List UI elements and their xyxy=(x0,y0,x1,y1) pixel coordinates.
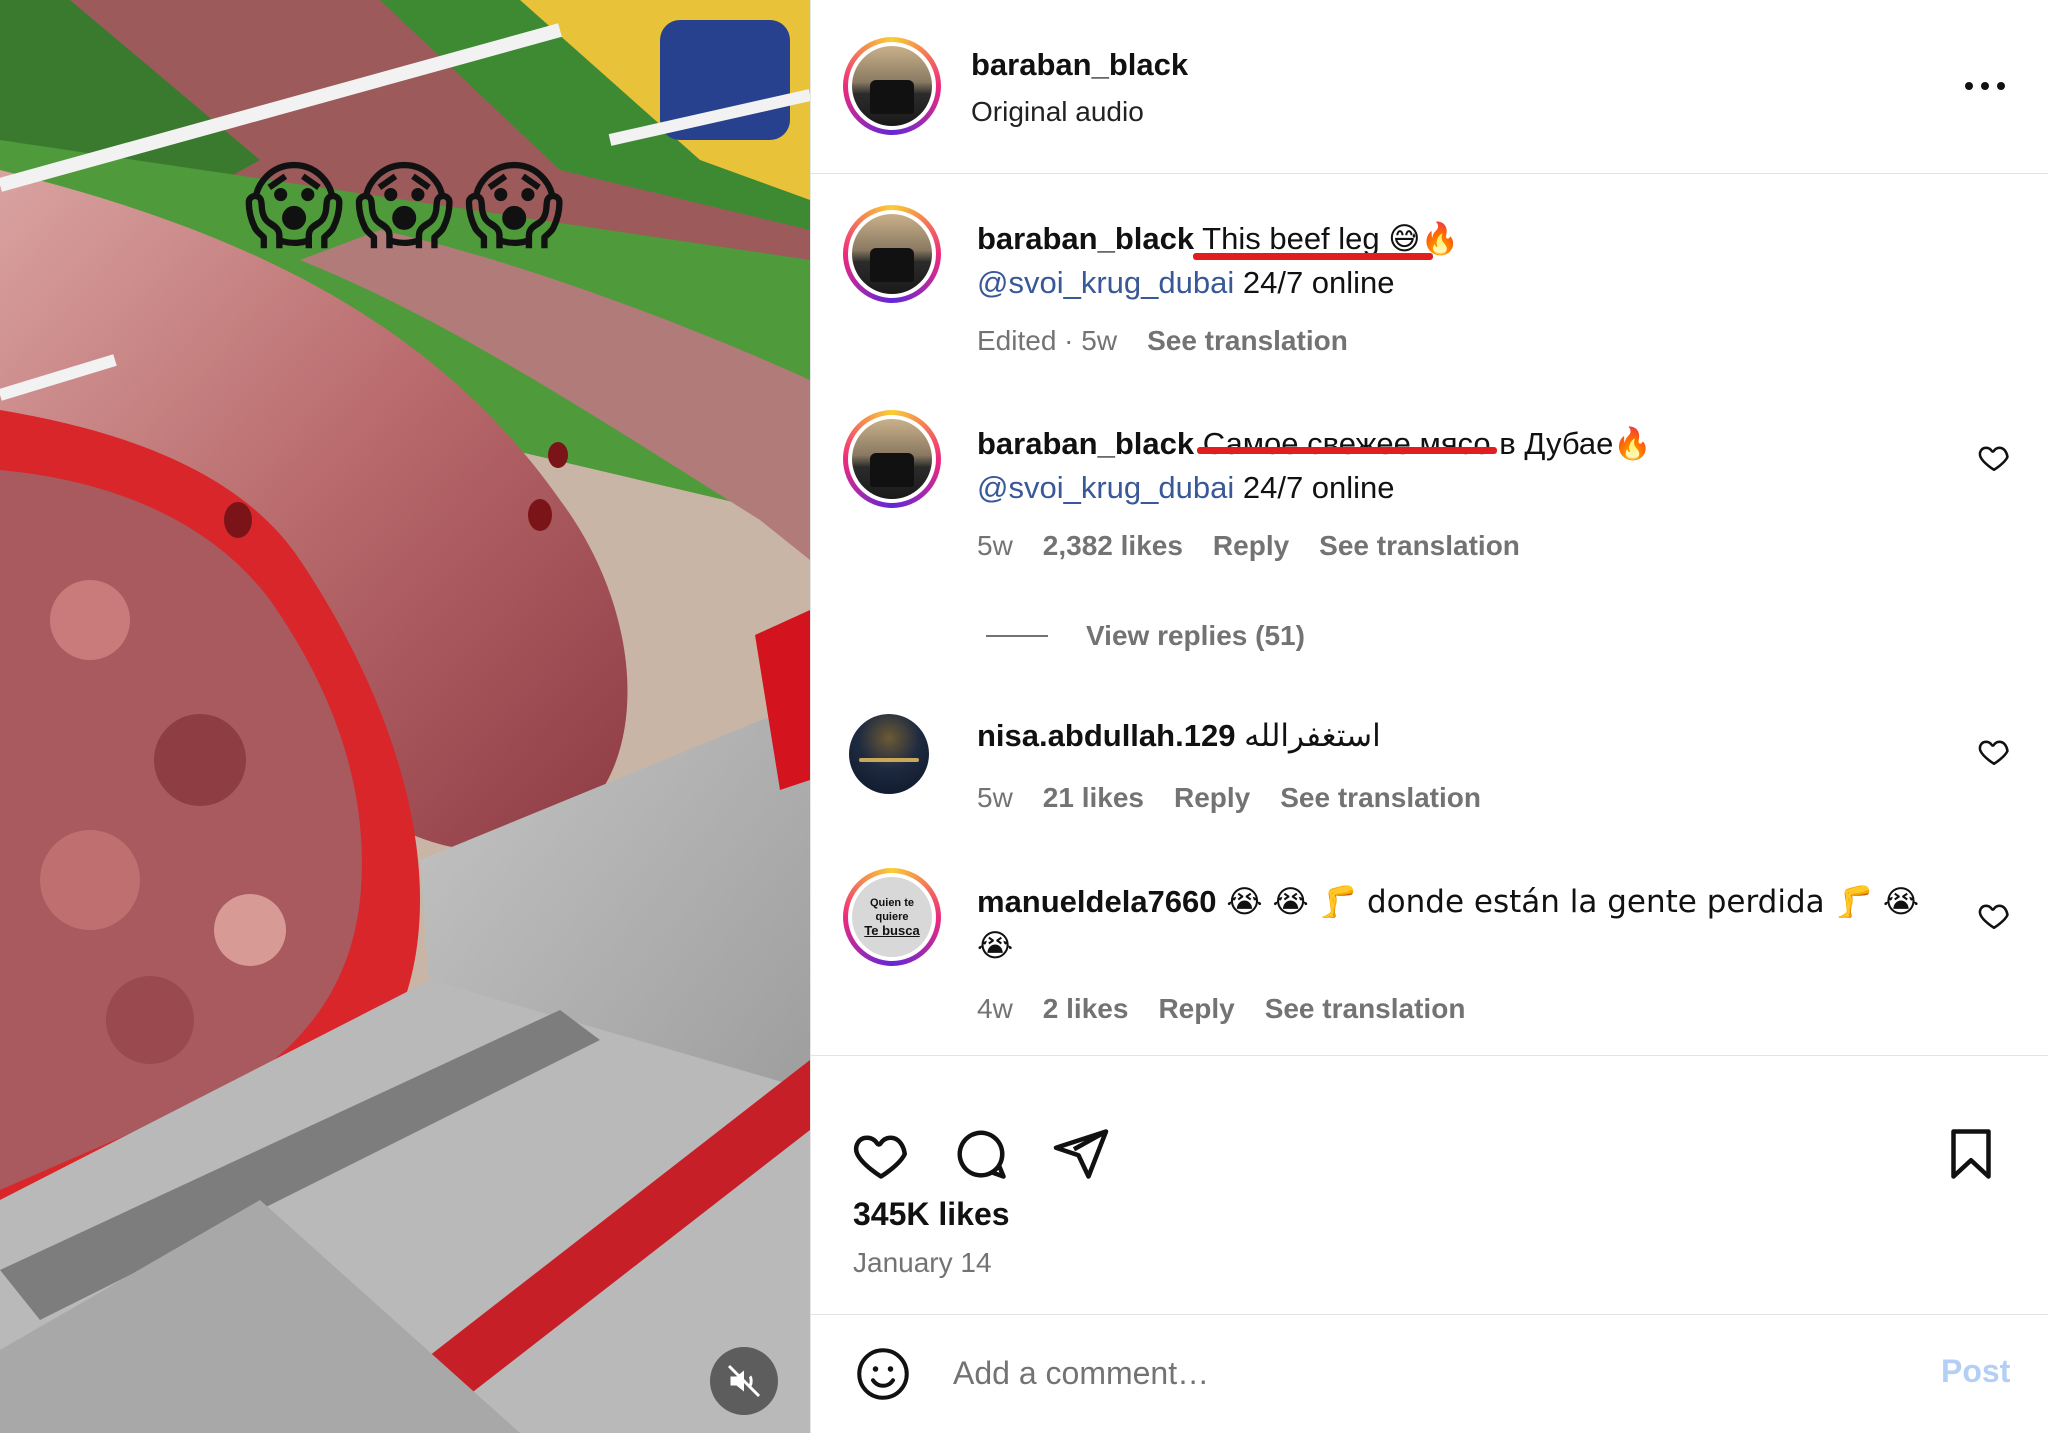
more-options-icon xyxy=(1965,82,2005,90)
overlay-emojis: 😱 😱 😱 xyxy=(244,158,564,254)
audio-label[interactable]: Original audio xyxy=(971,96,1144,128)
caption-meta: Edited · 5w See translation xyxy=(977,325,1348,357)
avatar-text: Quien te xyxy=(869,897,914,909)
share-button[interactable] xyxy=(1051,1124,1111,1184)
comment-text: استغفرالله xyxy=(1235,718,1381,753)
post-button[interactable]: Post xyxy=(1941,1353,2010,1390)
reply-button[interactable]: Reply xyxy=(1213,530,1289,562)
avatar[interactable] xyxy=(843,37,941,135)
see-translation-button[interactable]: See translation xyxy=(1319,530,1520,562)
emoji-button[interactable] xyxy=(853,1344,913,1404)
caption-line-1: baraban_black This beef leg 😅🔥 xyxy=(977,220,1459,257)
edited-label: Edited · 5w xyxy=(977,325,1118,356)
emoji-icon xyxy=(857,1348,909,1400)
reply-button[interactable]: Reply xyxy=(1174,782,1250,814)
comment-likes[interactable]: 21 likes xyxy=(1043,782,1144,814)
comment-text: 😭 😭 🦵 donde están la gente perdida 🦵 😭 xyxy=(1216,884,1920,920)
comment-bar: Post xyxy=(811,1314,2048,1434)
caption-mention-suffix: 24/7 online xyxy=(1234,265,1395,300)
see-translation-button[interactable]: See translation xyxy=(1280,782,1481,814)
scream-emoji: 😱 xyxy=(354,150,455,262)
comment-text: Самое свежее мясо в Дубае xyxy=(1194,426,1614,461)
comment-meta: 5w 21 likes Reply See translation xyxy=(977,782,1481,814)
likes-count[interactable]: 345K likes xyxy=(853,1196,1010,1233)
mute-button[interactable] xyxy=(710,1347,778,1415)
comment-time: 4w xyxy=(977,993,1013,1024)
bookmark-icon xyxy=(1951,1129,1991,1179)
comment-mention-suffix: 24/7 online xyxy=(1234,470,1395,505)
mention-link[interactable]: @svoi_krug_dubai xyxy=(977,470,1234,505)
heart-outline-icon xyxy=(1978,904,2009,930)
see-translation-button[interactable]: See translation xyxy=(1265,993,1466,1025)
caption: baraban_black This beef leg 😅🔥 @svoi_kru… xyxy=(811,205,2048,365)
comment-likes[interactable]: 2,382 likes xyxy=(1043,530,1183,562)
save-button[interactable] xyxy=(1941,1124,2001,1184)
heart-outline-icon xyxy=(1978,446,2009,472)
comment-like-button[interactable] xyxy=(1977,734,2011,768)
comment-line-1: baraban_black Самое свежее мясо в Дубае🔥 xyxy=(977,425,1652,462)
avatar-text: quiere xyxy=(875,911,909,923)
header-username[interactable]: baraban_black xyxy=(971,47,1188,83)
comment-username[interactable]: nisa.abdullah.129 xyxy=(977,718,1235,753)
more-options-button[interactable] xyxy=(1955,66,2015,106)
red-strikethrough-annotation xyxy=(1197,447,1497,454)
mention-link[interactable]: @svoi_krug_dubai xyxy=(977,265,1234,300)
share-icon xyxy=(1053,1129,1109,1179)
caption-emojis: 😅🔥 xyxy=(1388,221,1460,257)
comment-time: 5w xyxy=(977,530,1013,561)
view-replies-label: View replies (51) xyxy=(1086,620,1305,651)
comment-button[interactable] xyxy=(951,1124,1011,1184)
heart-icon xyxy=(853,1135,907,1179)
comment-meta: 5w 2,382 likes Reply See translation xyxy=(977,530,1520,562)
avatar[interactable] xyxy=(843,410,941,508)
comment-line-1: manueldela7660 😭 😭 🦵 donde están la gent… xyxy=(977,883,1919,920)
view-replies-button[interactable]: View replies (51) xyxy=(986,620,1305,652)
post-actions: 345K likes January 14 xyxy=(811,1055,2048,1316)
comment-line-2: 😭 xyxy=(977,928,1014,964)
replies-divider xyxy=(986,635,1048,637)
caption-username[interactable]: baraban_black xyxy=(977,221,1194,256)
speaker-muted-icon xyxy=(727,1364,761,1398)
avatar[interactable]: Quien te quiere Te busca xyxy=(843,868,941,966)
post-header: baraban_black Original audio xyxy=(811,0,2048,174)
comment-line-1: nisa.abdullah.129 استغفرالله xyxy=(977,718,1381,754)
see-translation-button[interactable]: See translation xyxy=(1147,325,1348,357)
comment-username[interactable]: manueldela7660 xyxy=(977,884,1217,919)
video-player[interactable]: 😱 😱 😱 xyxy=(0,0,810,1433)
comment-item: baraban_black Самое свежее мясо в Дубае🔥… xyxy=(811,410,2048,590)
comment-like-button[interactable] xyxy=(1977,440,2011,474)
post-panel: baraban_black Original audio baraban_bla… xyxy=(810,0,2048,1433)
comment-time: 5w xyxy=(977,782,1013,813)
like-button[interactable] xyxy=(851,1124,911,1184)
reply-button[interactable]: Reply xyxy=(1158,993,1234,1025)
comment-meta: 4w 2 likes Reply See translation xyxy=(977,993,1465,1025)
comment-line-2: @svoi_krug_dubai 24/7 online xyxy=(977,470,1395,506)
scream-emoji: 😱 xyxy=(464,150,565,262)
avatar[interactable] xyxy=(843,205,941,303)
post-date: January 14 xyxy=(853,1247,992,1278)
red-underline-annotation xyxy=(1193,253,1433,260)
comment-likes[interactable]: 2 likes xyxy=(1043,993,1129,1025)
comment-emojis: 🔥 xyxy=(1613,426,1652,462)
comment-username[interactable]: baraban_black xyxy=(977,426,1194,461)
comment-icon xyxy=(957,1130,1006,1179)
comment-item: Quien te quiere Te busca manueldela7660 … xyxy=(811,868,2048,1048)
heart-outline-icon xyxy=(1978,740,2009,766)
avatar[interactable] xyxy=(849,714,929,794)
avatar-text: Te busca xyxy=(864,923,920,938)
caption-line-2: @svoi_krug_dubai 24/7 online xyxy=(977,265,1395,301)
scream-emoji: 😱 xyxy=(244,150,345,262)
comment-like-button[interactable] xyxy=(1977,898,2011,932)
caption-text: This beef leg xyxy=(1194,221,1380,256)
comment-item: nisa.abdullah.129 استغفرالله 5w 21 likes… xyxy=(811,706,2048,836)
comment-input[interactable] xyxy=(951,1345,1815,1401)
